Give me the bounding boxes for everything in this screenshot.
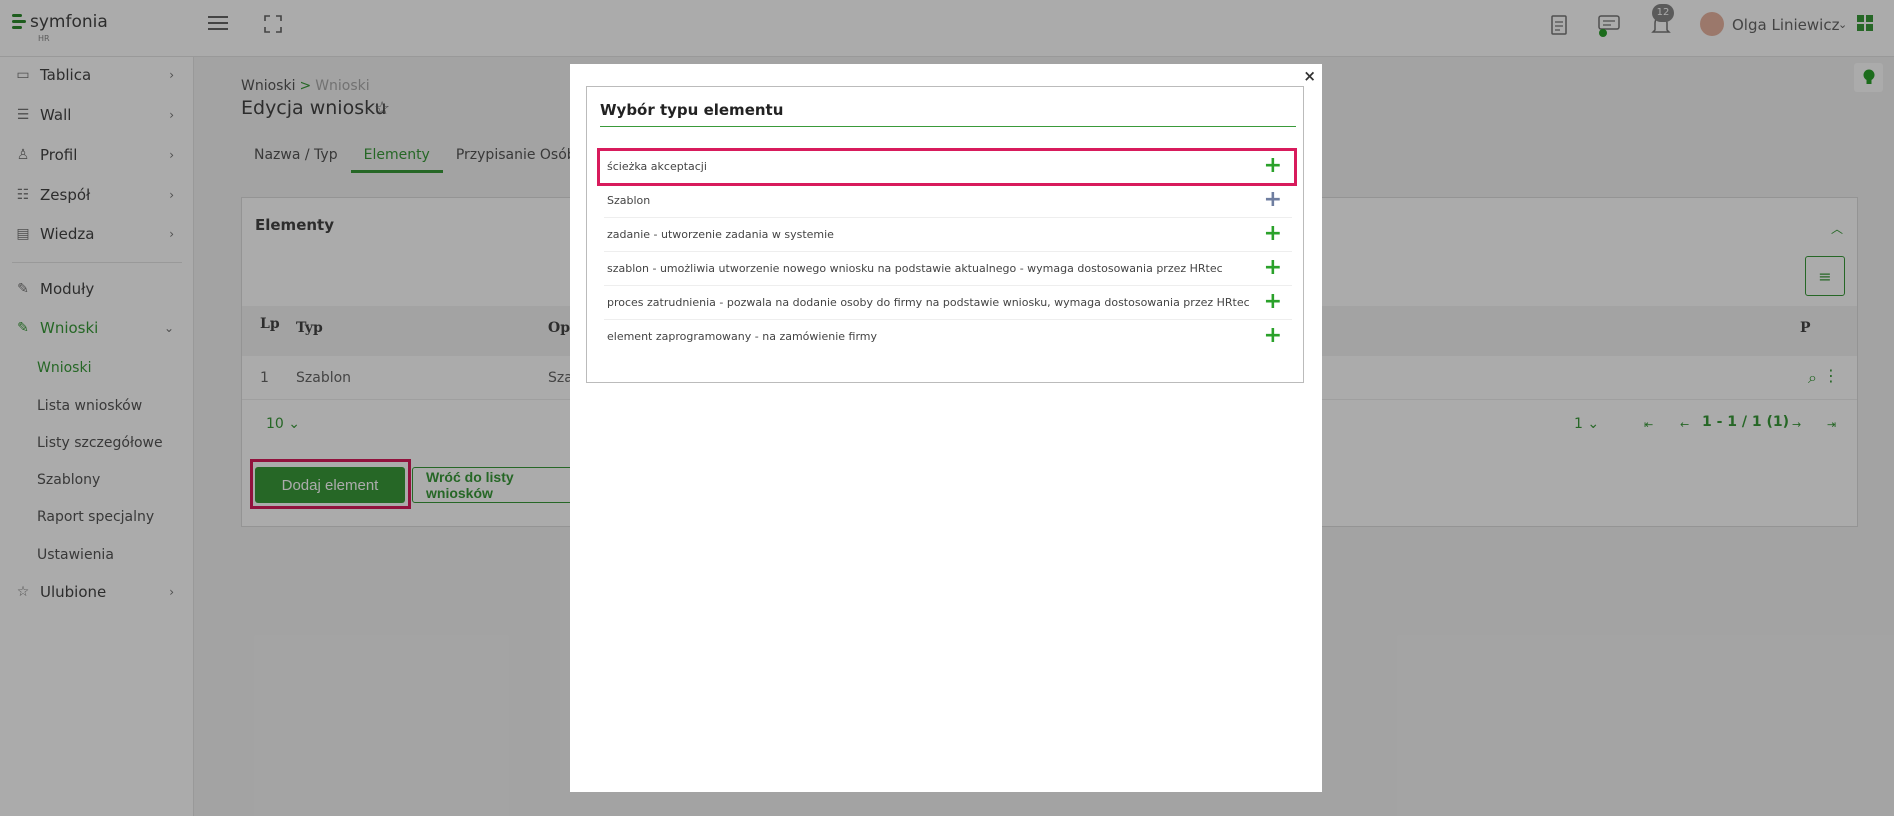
plus-icon[interactable]: + — [1264, 256, 1282, 280]
option-szablon[interactable]: Szablon + — [604, 184, 1292, 218]
modal-title: Wybór typu elementu — [600, 101, 784, 119]
element-type-modal: × Wybór typu elementu ścieżka akceptacji… — [570, 64, 1322, 792]
plus-icon[interactable]: + — [1264, 324, 1282, 348]
option-szablon-nowy[interactable]: szablon - umożliwia utworzenie nowego wn… — [604, 252, 1292, 286]
option-label: zadanie - utworzenie zadania w systemie — [607, 228, 834, 241]
option-element-zaprogramowany[interactable]: element zaprogramowany - na zamówienie f… — [604, 320, 1292, 354]
option-label: element zaprogramowany - na zamówienie f… — [607, 330, 877, 343]
option-label: szablon - umożliwia utworzenie nowego wn… — [607, 262, 1223, 275]
option-label: Szablon — [607, 194, 651, 207]
title-underline — [600, 126, 1296, 127]
option-zadanie[interactable]: zadanie - utworzenie zadania w systemie … — [604, 218, 1292, 252]
highlight-box — [597, 148, 1297, 186]
plus-icon[interactable]: + — [1264, 188, 1282, 212]
option-label: proces zatrudnienia - pozwala na dodanie… — [607, 296, 1250, 309]
close-icon[interactable]: × — [1303, 67, 1316, 85]
option-proces-zatrudnienia[interactable]: proces zatrudnienia - pozwala na dodanie… — [604, 286, 1292, 320]
plus-icon[interactable]: + — [1264, 222, 1282, 246]
modal-panel: Wybór typu elementu ścieżka akceptacji +… — [586, 86, 1304, 383]
plus-icon[interactable]: + — [1264, 290, 1282, 314]
